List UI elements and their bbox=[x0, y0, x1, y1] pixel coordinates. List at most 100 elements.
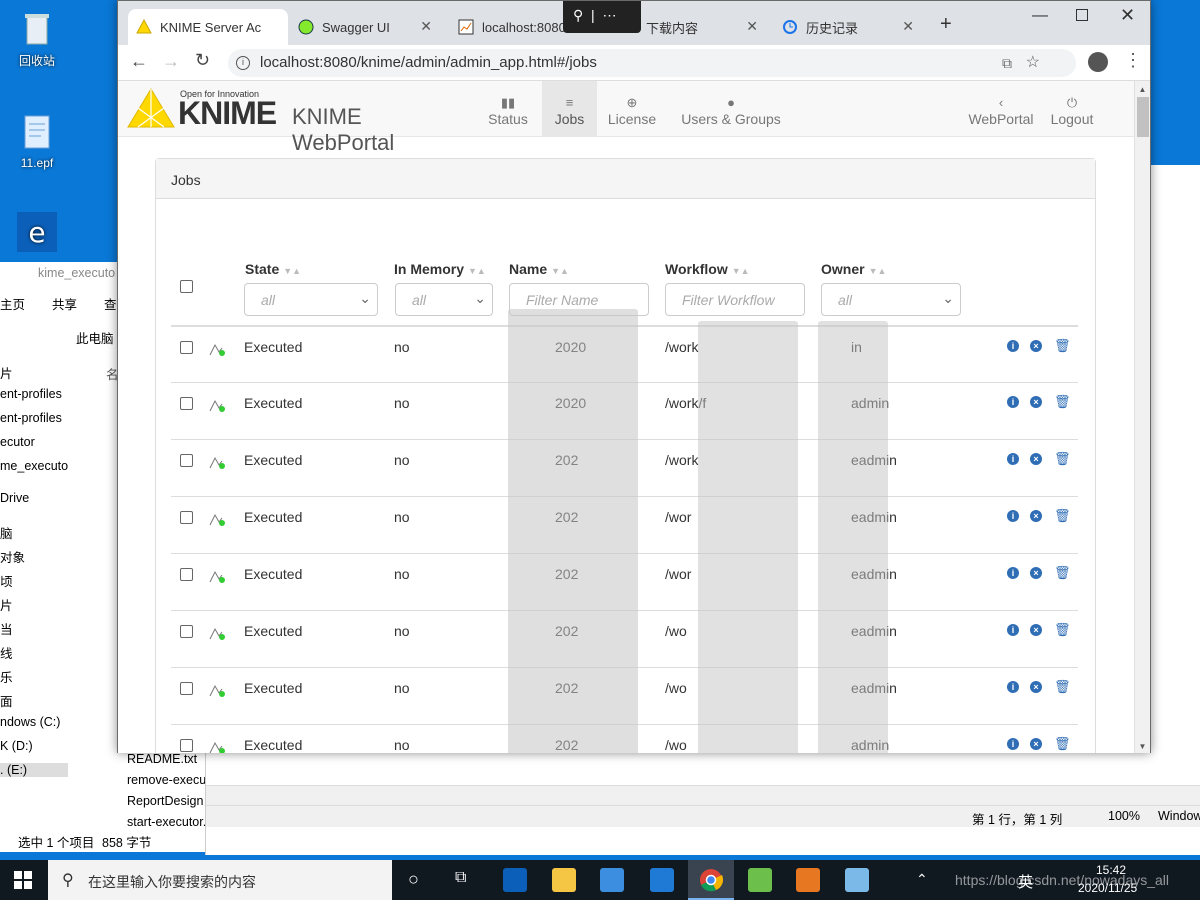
nav-item[interactable]: 对象 bbox=[0, 547, 25, 566]
browser-tab-history[interactable]: 历史记录 ✕ bbox=[774, 9, 924, 45]
info-icon[interactable]: i bbox=[1007, 681, 1019, 693]
info-icon[interactable]: i bbox=[236, 56, 250, 70]
page-scrollbar[interactable]: ▲ ▼ bbox=[1134, 81, 1150, 753]
trash-icon[interactable]: 🗑 bbox=[1054, 565, 1071, 581]
info-icon[interactable]: i bbox=[1007, 453, 1019, 465]
ribbon-tab[interactable]: 共享 bbox=[52, 294, 77, 313]
menu-icon[interactable]: ⋮ bbox=[1124, 50, 1142, 71]
start-button[interactable] bbox=[14, 871, 32, 889]
scroll-down-icon[interactable]: ▼ bbox=[1135, 742, 1150, 751]
trash-icon[interactable]: 🗑 bbox=[1054, 394, 1071, 410]
select-all-checkbox[interactable] bbox=[180, 280, 193, 293]
desktop-icon-epf[interactable]: 11.epf bbox=[2, 112, 72, 170]
mail-taskbar-icon[interactable] bbox=[650, 868, 674, 892]
notepad-taskbar-icon[interactable] bbox=[748, 868, 772, 892]
browser-tab-localhost[interactable]: localhost:8080 bbox=[450, 9, 570, 45]
nav-item[interactable]: 面 bbox=[0, 691, 13, 710]
column-header-in-memory[interactable]: In Memory ▼▲ bbox=[394, 261, 486, 277]
row-checkbox[interactable] bbox=[180, 625, 193, 638]
cancel-icon[interactable]: × bbox=[1030, 681, 1042, 693]
nav-item[interactable]: 脑 bbox=[0, 523, 13, 542]
close-tab-icon[interactable]: ✕ bbox=[420, 18, 432, 35]
row-checkbox[interactable] bbox=[180, 568, 193, 581]
nav-users-groups[interactable]: ● Users & Groups bbox=[676, 81, 786, 137]
nav-webportal[interactable]: ‹ WebPortal bbox=[966, 81, 1036, 137]
row-checkbox[interactable] bbox=[180, 682, 193, 695]
file-item[interactable]: ReportDesign bbox=[127, 794, 203, 808]
taskbar-search[interactable]: ⚲ 在这里输入你要搜索的内容 bbox=[48, 860, 392, 900]
info-icon[interactable]: i bbox=[1007, 510, 1019, 522]
nav-item[interactable]: ecutor bbox=[0, 435, 35, 449]
desktop-icon-edge[interactable]: e bbox=[2, 212, 72, 256]
nav-item[interactable]: 片 bbox=[0, 595, 13, 614]
knime-logo[interactable]: Open for Innovation KNIME KNIME WebPorta… bbox=[126, 85, 466, 155]
column-header-state[interactable]: State ▼▲ bbox=[245, 261, 301, 277]
nav-item[interactable]: . (E:) bbox=[0, 763, 68, 777]
scroll-thumb[interactable] bbox=[1137, 97, 1149, 137]
timeline-icon[interactable]: ⧉ bbox=[455, 869, 466, 887]
close-tab-icon[interactable]: ✕ bbox=[746, 18, 758, 35]
nav-item[interactable]: 乐 bbox=[0, 667, 13, 686]
browser-tab-swagger[interactable]: Swagger UI ✕ bbox=[290, 9, 442, 45]
address-bar[interactable]: 此电脑 bbox=[76, 328, 114, 347]
nav-logout[interactable]: ⏻ Logout bbox=[1042, 81, 1102, 137]
info-icon[interactable]: i bbox=[1007, 396, 1019, 408]
row-checkbox[interactable] bbox=[180, 341, 193, 354]
row-checkbox[interactable] bbox=[180, 454, 193, 467]
trash-icon[interactable]: 🗑 bbox=[1054, 736, 1071, 752]
new-tab-button[interactable]: + bbox=[940, 13, 952, 36]
cancel-icon[interactable]: × bbox=[1030, 567, 1042, 579]
nav-item[interactable]: ent-profiles bbox=[0, 411, 62, 425]
nav-item[interactable]: ent-profiles bbox=[0, 387, 62, 401]
cancel-icon[interactable]: × bbox=[1030, 624, 1042, 636]
horizontal-scrollbar[interactable] bbox=[206, 785, 1200, 807]
in-memory-filter-select[interactable]: all ⌄ bbox=[395, 283, 493, 316]
tray-chevron-up-icon[interactable]: ⌃ bbox=[916, 871, 928, 888]
trash-icon[interactable]: 🗑 bbox=[1054, 508, 1071, 524]
browser-tab-knime[interactable]: KNIME Server Ac bbox=[128, 9, 288, 45]
more-icon[interactable]: ⋯ bbox=[602, 7, 616, 23]
desktop-icon-recycle-bin[interactable]: 回收站 bbox=[2, 8, 72, 69]
forward-button[interactable]: → bbox=[162, 51, 180, 72]
info-icon[interactable]: i bbox=[1007, 340, 1019, 352]
reload-button[interactable]: ↻ bbox=[195, 50, 210, 71]
nav-item[interactable]: ndows (C:) bbox=[0, 715, 60, 729]
file-explorer-taskbar-icon[interactable] bbox=[552, 868, 576, 892]
nav-item[interactable]: me_executo bbox=[0, 459, 68, 473]
cancel-icon[interactable]: × bbox=[1030, 510, 1042, 522]
browser-tab-downloads[interactable]: 下载内容 ✕ bbox=[638, 9, 768, 45]
trash-icon[interactable]: 🗑 bbox=[1054, 622, 1071, 638]
zoom-popup[interactable]: ⚲ | ⋯ bbox=[563, 1, 641, 33]
info-icon[interactable]: i bbox=[1007, 624, 1019, 636]
nav-item[interactable]: 顷 bbox=[0, 571, 13, 590]
state-filter-select[interactable]: all ⌄ bbox=[244, 283, 378, 316]
ribbon-tab[interactable]: 主页 bbox=[0, 294, 25, 313]
column-header-workflow[interactable]: Workflow ▼▲ bbox=[665, 261, 750, 277]
nav-item[interactable]: 线 bbox=[0, 643, 13, 662]
cancel-icon[interactable]: × bbox=[1030, 340, 1042, 352]
translate-icon[interactable]: ⧉ bbox=[1002, 49, 1012, 77]
trash-icon[interactable]: 🗑 bbox=[1054, 451, 1071, 467]
info-icon[interactable]: i bbox=[1007, 567, 1019, 579]
row-checkbox[interactable] bbox=[180, 739, 193, 752]
nav-jobs[interactable]: ≡ Jobs bbox=[542, 81, 597, 137]
column-header-name[interactable]: Name ▼▲ bbox=[509, 261, 569, 277]
back-button[interactable]: ← bbox=[130, 51, 148, 72]
file-item[interactable]: README.txt bbox=[127, 752, 197, 766]
info-icon[interactable]: i bbox=[1007, 738, 1019, 750]
bookmark-star-icon[interactable]: ☆ bbox=[1026, 49, 1040, 77]
close-tab-icon[interactable]: ✕ bbox=[902, 18, 914, 35]
owner-filter-select[interactable]: all ⌄ bbox=[821, 283, 961, 316]
close-window-button[interactable]: ✕ bbox=[1120, 5, 1135, 26]
file-item[interactable]: remove-execu bbox=[127, 773, 206, 787]
cancel-icon[interactable]: × bbox=[1030, 738, 1042, 750]
nav-item[interactable]: K (D:) bbox=[0, 739, 33, 753]
row-checkbox[interactable] bbox=[180, 397, 193, 410]
column-header-owner[interactable]: Owner ▼▲ bbox=[821, 261, 886, 277]
chrome-taskbar-icon[interactable] bbox=[688, 860, 734, 900]
epf-taskbar-icon[interactable] bbox=[845, 868, 869, 892]
nav-license[interactable]: ⊕ License bbox=[602, 81, 662, 137]
row-checkbox[interactable] bbox=[180, 511, 193, 524]
trash-icon[interactable]: 🗑 bbox=[1054, 338, 1071, 354]
workflow-filter-input[interactable]: Filter Workflow bbox=[665, 283, 805, 316]
